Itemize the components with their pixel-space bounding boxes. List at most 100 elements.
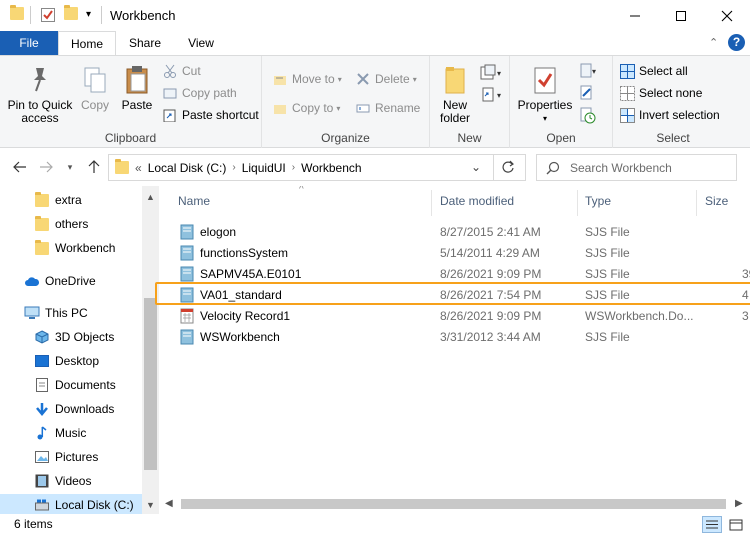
new-group-label: New (457, 131, 482, 145)
forward-button[interactable] (36, 157, 56, 177)
copy-to-button[interactable]: Copy to ▾ (272, 98, 340, 118)
back-button[interactable] (10, 157, 30, 177)
scroll-left-icon[interactable]: ◀ (165, 498, 173, 509)
breadcrumb-overflow[interactable]: « (135, 161, 142, 175)
nav-item-others[interactable]: others (0, 213, 142, 235)
file-row[interactable]: WSWorkbench 3/31/2012 3:44 AM SJS File (169, 326, 750, 347)
tab-share[interactable]: Share (118, 31, 172, 55)
folder-icon (34, 191, 50, 208)
recent-locations-button[interactable]: ▾ (60, 157, 80, 177)
new-folder-quick-icon[interactable] (64, 5, 78, 20)
nav-item-pictures[interactable]: Pictures (0, 446, 142, 468)
column-header-type[interactable]: Type (585, 194, 611, 208)
customize-quick-access-icon[interactable]: ▾ (86, 9, 91, 20)
breadcrumb-local-disk[interactable]: Local Disk (C:) (148, 161, 227, 175)
edit-icon[interactable] (578, 84, 598, 105)
search-box[interactable]: Search Workbench (536, 154, 737, 181)
paste-button[interactable]: Paste (117, 64, 157, 112)
large-icons-view-button[interactable] (726, 516, 746, 533)
cut-button[interactable]: Cut (162, 61, 201, 81)
folder-icon (34, 239, 50, 256)
close-button[interactable] (704, 0, 750, 31)
copy-path-button[interactable]: Copy path (162, 83, 237, 103)
nav-item-local-disk[interactable]: Local Disk (C:) (0, 494, 142, 514)
folder-icon (34, 215, 50, 232)
select-none-button[interactable]: Select none (619, 83, 702, 103)
address-bar[interactable]: « Local Disk (C:) › LiquidUI › Workbench… (108, 154, 526, 181)
file-size: 3 (742, 309, 749, 323)
hscroll-thumb[interactable] (181, 499, 726, 509)
breadcrumb-workbench[interactable]: Workbench (301, 161, 361, 175)
nav-item-this-pc[interactable]: This PC (0, 302, 142, 324)
details-view-button[interactable] (702, 516, 722, 533)
easy-access-icon[interactable]: ▾ (480, 86, 504, 107)
nav-item-desktop[interactable]: Desktop (0, 350, 142, 372)
new-item-icon[interactable]: ▾ (480, 64, 504, 85)
new-folder-button[interactable]: New folder (434, 64, 476, 125)
properties-button[interactable]: Properties ▾ (516, 64, 574, 125)
computer-icon (24, 305, 40, 321)
invert-selection-button[interactable]: Invert selection (619, 105, 720, 125)
copy-button[interactable]: Copy (76, 64, 114, 112)
tab-file[interactable]: File (0, 31, 58, 55)
file-row[interactable]: elogon 8/27/2015 2:41 AM SJS File (169, 221, 750, 242)
download-icon (34, 401, 50, 417)
tab-view[interactable]: View (176, 31, 226, 55)
nav-item-documents[interactable]: Documents (0, 374, 142, 396)
maximize-button[interactable] (658, 0, 704, 31)
help-icon[interactable]: ? (728, 34, 745, 51)
folder-icon (10, 5, 24, 20)
paste-shortcut-button[interactable]: Paste shortcut (162, 105, 259, 125)
file-name: Velocity Record1 (200, 309, 291, 323)
file-name: SAPMV45A.E0101 (200, 267, 302, 281)
up-button[interactable] (84, 157, 104, 177)
open-icon[interactable]: ▾ (578, 62, 598, 83)
breadcrumb-liquidui[interactable]: LiquidUI (242, 161, 286, 175)
new-group: New folder ▾ ▾ New (430, 56, 510, 148)
pin-to-quick-access-button[interactable]: Pin to Quick access (4, 64, 76, 125)
delete-x-icon (355, 71, 371, 87)
rename-button[interactable]: Rename (355, 98, 420, 118)
window-title: Workbench (110, 8, 176, 23)
minimize-button[interactable] (612, 0, 658, 31)
select-group-label: Select (656, 131, 690, 145)
scroll-up-icon[interactable]: ▲ (146, 192, 155, 202)
file-name: functionsSystem (200, 246, 289, 260)
tab-home[interactable]: Home (58, 31, 116, 56)
nav-item-music[interactable]: Music (0, 422, 142, 444)
scroll-right-icon[interactable]: ▶ (735, 498, 743, 509)
nav-item-downloads[interactable]: Downloads (0, 398, 142, 420)
collapse-ribbon-icon[interactable]: ⌃ (709, 36, 718, 49)
history-icon[interactable] (578, 106, 598, 127)
file-row[interactable]: Velocity Record1 8/26/2021 9:09 PM WSWor… (169, 305, 750, 326)
file-date: 8/27/2015 2:41 AM (440, 225, 541, 239)
nav-item-extra[interactable]: extra (0, 189, 142, 211)
delete-button[interactable]: Delete ▾ (355, 69, 417, 89)
move-to-button[interactable]: Move to ▾ (272, 69, 342, 89)
document-icon (34, 377, 50, 393)
nav-item-onedrive[interactable]: OneDrive (0, 270, 142, 292)
navpane-scroll-thumb[interactable] (144, 298, 157, 470)
file-row[interactable]: functionsSystem 5/14/2011 4:29 AM SJS Fi… (169, 242, 750, 263)
scroll-down-icon[interactable]: ▼ (146, 500, 155, 510)
select-all-button[interactable]: Select all (619, 61, 688, 81)
navpane-scrollbar[interactable]: ▲ ▼ (142, 186, 159, 514)
file-date: 5/14/2011 4:29 AM (440, 246, 540, 260)
open-group: Properties ▾ ▾ Open (510, 56, 613, 148)
column-header-date[interactable]: Date modified (440, 194, 514, 208)
properties-quick-icon[interactable] (40, 7, 56, 23)
nav-item-workbench[interactable]: Workbench (0, 237, 142, 259)
large-icons-view-icon (729, 519, 743, 530)
svg-text:▾: ▾ (592, 67, 596, 76)
column-header-size[interactable]: Size (705, 194, 728, 208)
nav-item-videos[interactable]: Videos (0, 470, 142, 492)
open-group-label: Open (546, 131, 576, 145)
file-row[interactable]: SAPMV45A.E0101 8/26/2021 9:09 PM SJS Fil… (169, 263, 750, 284)
nav-item-3d-objects[interactable]: 3D Objects (0, 326, 142, 348)
rename-icon (355, 100, 371, 116)
select-all-icon (619, 63, 635, 79)
address-dropdown-icon[interactable]: ⌄ (471, 160, 481, 174)
refresh-icon[interactable] (501, 160, 515, 177)
file-list-hscrollbar[interactable]: ◀ ▶ (159, 494, 750, 514)
column-header-name[interactable]: Name (178, 194, 210, 208)
